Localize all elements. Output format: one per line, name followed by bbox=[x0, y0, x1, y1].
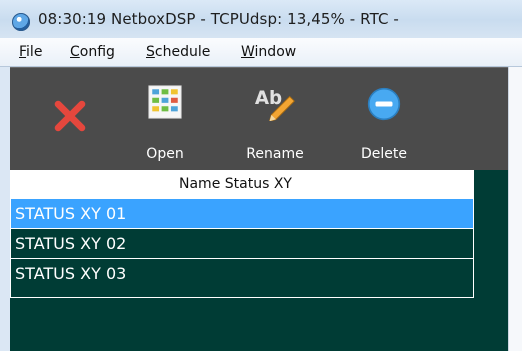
menu-schedule-label: chedule bbox=[154, 44, 211, 60]
status-list[interactable]: Name Status XY STATUS XY 01 STATUS XY 02… bbox=[10, 170, 474, 298]
delete-minus-icon bbox=[367, 87, 401, 121]
menu-schedule-mnemonic: S bbox=[146, 44, 155, 60]
delete-button[interactable]: Delete bbox=[342, 79, 426, 167]
rename-pencil-icon: Ab bbox=[255, 88, 295, 121]
delete-label: Delete bbox=[361, 146, 407, 162]
list-header[interactable]: Name Status XY bbox=[11, 171, 473, 198]
app-window: 08:30:19 NetboxDSP - TCPUdsp: 13,45% - R… bbox=[0, 0, 522, 351]
menu-window-mnemonic: W bbox=[241, 44, 255, 60]
menu-schedule[interactable]: Schedule bbox=[146, 44, 210, 60]
app-icon bbox=[12, 13, 30, 31]
main-panel: Name Status XY STATUS XY 01 STATUS XY 02… bbox=[10, 170, 508, 351]
rename-label: Rename bbox=[246, 146, 304, 162]
close-button[interactable] bbox=[28, 79, 112, 167]
close-x-icon bbox=[54, 100, 86, 132]
list-item[interactable]: STATUS XY 01 bbox=[11, 198, 473, 228]
toolbar: Open Ab Rename Delete bbox=[10, 67, 508, 171]
window-title: 08:30:19 NetboxDSP - TCPUdsp: 13,45% - R… bbox=[38, 10, 399, 28]
menu-config-mnemonic: C bbox=[70, 44, 80, 60]
menu-file[interactable]: File bbox=[19, 44, 42, 60]
menu-config[interactable]: Config bbox=[70, 44, 115, 60]
menu-window-label: indow bbox=[254, 44, 297, 60]
right-edge-panel bbox=[508, 67, 522, 351]
list-item[interactable]: STATUS XY 03 bbox=[11, 258, 473, 288]
menu-file-label: ile bbox=[26, 44, 43, 60]
menu-file-mnemonic: F bbox=[19, 44, 27, 60]
open-button[interactable]: Open bbox=[123, 79, 207, 167]
list-item[interactable]: STATUS XY 02 bbox=[11, 228, 473, 258]
menu-config-label: onfig bbox=[79, 44, 115, 60]
title-bar[interactable]: 08:30:19 NetboxDSP - TCPUdsp: 13,45% - R… bbox=[0, 0, 522, 38]
menu-bar: File Config Schedule Window bbox=[0, 38, 522, 67]
rename-button[interactable]: Ab Rename bbox=[230, 79, 320, 167]
grid-icon bbox=[148, 85, 182, 119]
menu-window[interactable]: Window bbox=[241, 44, 296, 60]
open-label: Open bbox=[146, 146, 184, 162]
svg-text:Ab: Ab bbox=[255, 88, 282, 109]
